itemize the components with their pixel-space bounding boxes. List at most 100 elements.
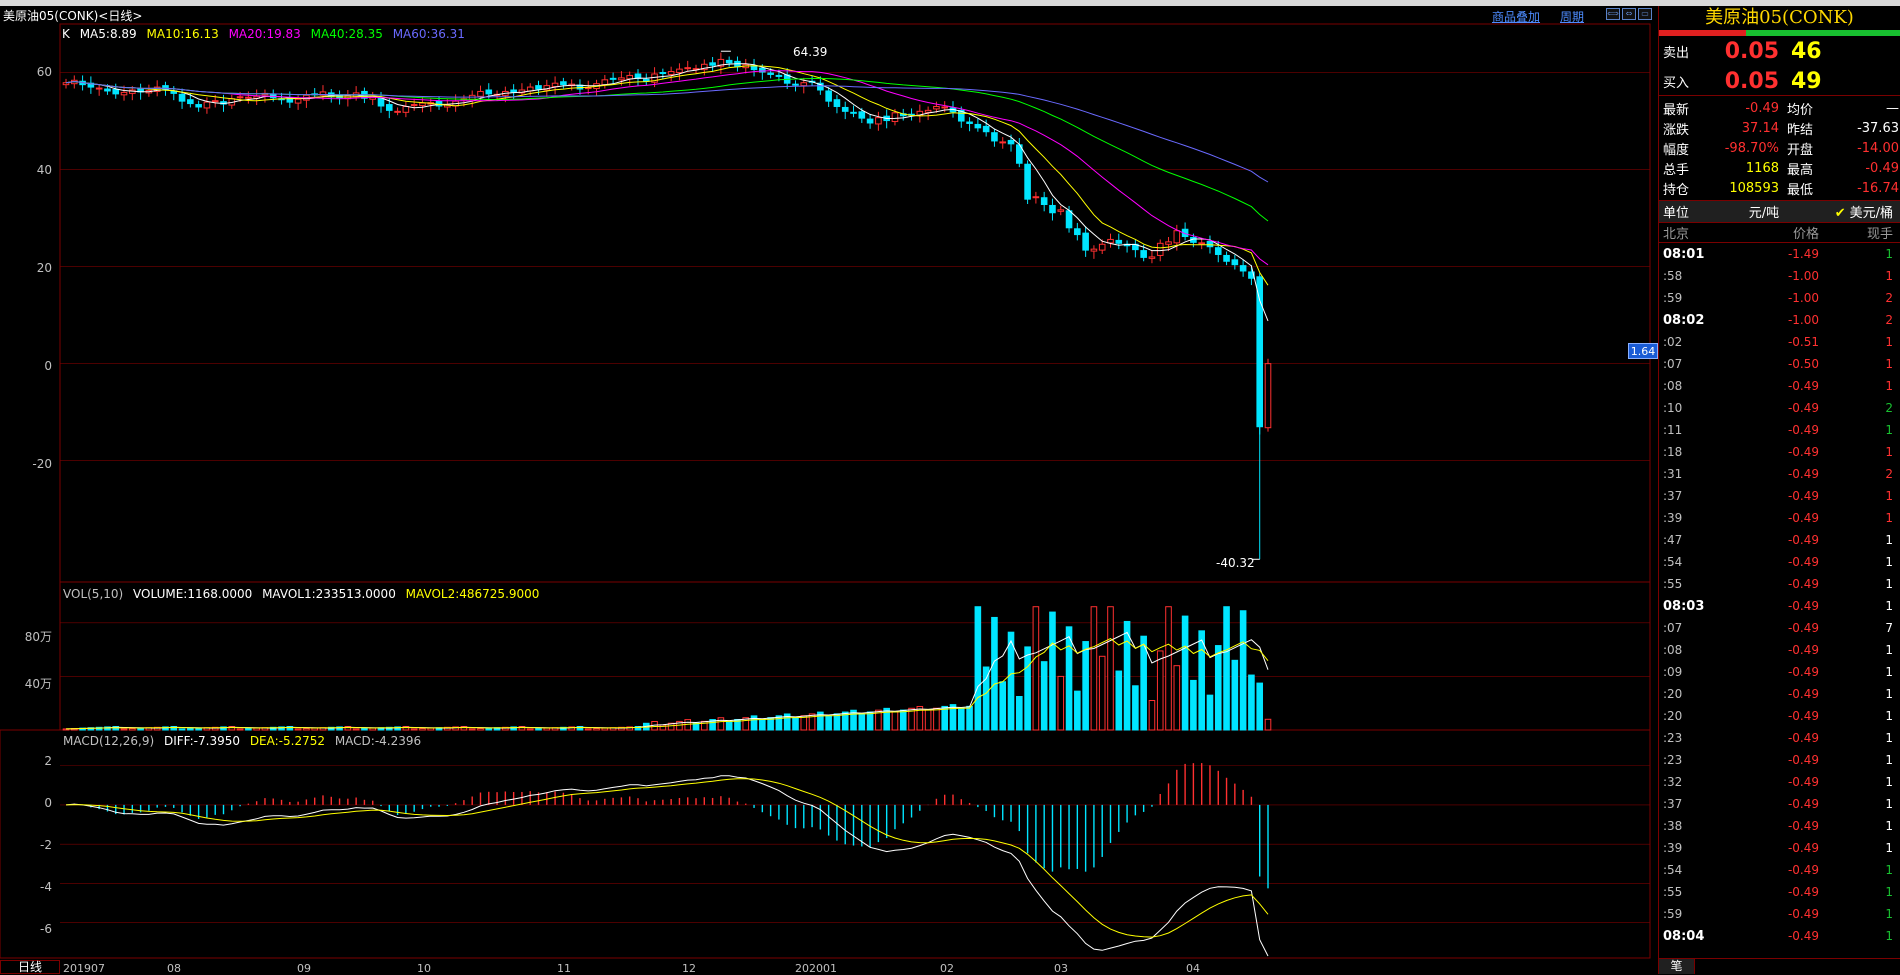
candle-body (1057, 209, 1065, 212)
vol-name: VOL(5,10) (63, 587, 124, 601)
volume-bar (1024, 646, 1031, 731)
crosshair-price-tag: 1.64 (1628, 343, 1658, 359)
quote-value: — (1886, 100, 1899, 116)
volume-bar (178, 728, 186, 731)
candle-body (966, 121, 973, 124)
candle-body (1115, 239, 1123, 244)
tick-time: :09 (1663, 665, 1683, 679)
candle-body (841, 106, 849, 112)
tick-volume: 1 (1885, 841, 1893, 855)
tick-row: :18 -0.49 1 (1659, 441, 1900, 463)
unit-label: 单位 (1663, 206, 1690, 221)
fullscreen-icon[interactable]: ▭ (1638, 8, 1652, 20)
tick-row: :09 -0.49 1 (1659, 661, 1900, 683)
candle-body (385, 104, 393, 111)
tick-volume: 1 (1885, 775, 1893, 789)
tick-price: -1.00 (1787, 313, 1819, 327)
x-tick-label: 02 (940, 962, 954, 975)
volume-bar (974, 606, 982, 731)
volume-bar (477, 728, 484, 731)
tick-volume: 1 (1885, 489, 1893, 503)
period-link[interactable]: 周期 (1560, 8, 1584, 25)
macd-tick-label: -6 (40, 922, 52, 936)
overlay-commodity-link[interactable]: 商品叠加 (1492, 8, 1540, 25)
tick-volume: 1 (1885, 269, 1893, 283)
candle-body (875, 117, 882, 125)
volume-bar (419, 728, 426, 731)
tick-row: :37 -0.49 1 (1659, 793, 1900, 815)
candle-body (866, 118, 874, 124)
volume-bar (1231, 659, 1239, 731)
volume-bar (933, 707, 940, 731)
tick-time: :37 (1663, 489, 1683, 503)
volume-bar (1057, 675, 1065, 731)
kline-chart-area[interactable]: 美原油05(CONK)<日线> 商品叠加 周期 ⟺ ⇔ ▭ K MA5:8.89… (0, 6, 1658, 975)
unit-option-usd[interactable]: ✔ 美元/桶 (1809, 202, 1899, 221)
quote-key: 最新 (1663, 102, 1690, 118)
tick-price: -0.49 (1787, 423, 1819, 437)
quote-row: 最新 -0.49 均价 — (1659, 98, 1900, 118)
quote-row: 总手 1168 最高 -0.49 (1659, 158, 1900, 178)
quote-row: 幅度 -98.70% 开盘 -14.00 (1659, 138, 1900, 158)
vol-volume: VOLUME:1168.0000 (133, 587, 253, 601)
bid-volume: 49 (1791, 68, 1822, 94)
zoom-out-icon[interactable]: ⟺ (1606, 8, 1620, 20)
volume-bar (1090, 606, 1098, 731)
volume-bar (1198, 630, 1205, 731)
tab-trades[interactable]: 笔 (1659, 959, 1695, 974)
kline-chart-svg[interactable] (0, 6, 1658, 974)
volume-bar (1256, 682, 1264, 731)
tick-row: :32 -0.49 1 (1659, 771, 1900, 793)
tick-price: -0.49 (1787, 467, 1819, 481)
volume-bar (1156, 650, 1164, 731)
volume-bar (1123, 620, 1131, 731)
quote-value: -98.70% (1724, 140, 1779, 156)
quote-stats: 最新 -0.49 均价 — 涨跌 37.14 昨结 -37.63 幅度 -98.70% 开盘 -14.… (1659, 96, 1900, 201)
candle-body (477, 90, 484, 97)
volume-bar (129, 728, 136, 731)
volume-bar (1140, 635, 1147, 731)
tick-time: :59 (1663, 291, 1683, 305)
candle-body (825, 90, 832, 102)
macd-legend: MACD(12,26,9) DIFF:-7.3950 DEA:-5.2752 M… (63, 734, 427, 748)
tick-price: -0.49 (1787, 819, 1819, 833)
ticks-list[interactable]: 08:01 -1.49 1:58 -1.00 1:59 -1.00 2 08:02 -1.00 2… (1659, 243, 1900, 947)
volume-bar (1016, 696, 1023, 731)
tick-time: :20 (1663, 709, 1683, 723)
volume-bar (1032, 606, 1040, 731)
candle-body (62, 82, 70, 86)
quote-value: -0.49 (1865, 160, 1899, 176)
tick-row: 08:01 -1.49 1 (1659, 243, 1900, 265)
candle-body (667, 71, 675, 75)
zoom-in-icon[interactable]: ⇔ (1622, 8, 1636, 20)
volume-bar (410, 728, 418, 731)
x-tick-label: 12 (682, 962, 696, 975)
chart-title: 美原油05(CONK)<日线> (3, 9, 143, 23)
volume-bar (1049, 611, 1056, 731)
volume-bar (526, 728, 534, 731)
tick-row: :10 -0.49 2 (1659, 397, 1900, 419)
volume-bar (1007, 631, 1015, 731)
tick-time: :20 (1663, 687, 1683, 701)
period-tab-daily[interactable]: 日线 (0, 960, 60, 974)
unit-option-yuan[interactable]: 元/吨 (1719, 202, 1809, 221)
ma60-line (65, 80, 1269, 183)
quote-row: 持仓 108593 最低 -16.74 (1659, 178, 1900, 198)
unit-selector[interactable]: 单位 元/吨 ✔ 美元/桶 (1659, 201, 1900, 223)
quote-key: 持仓 (1663, 182, 1690, 198)
tick-time: :10 (1663, 401, 1683, 415)
volume-bar (899, 709, 907, 731)
tick-time: :55 (1663, 885, 1683, 899)
x-tick-label: 202001 (795, 962, 837, 975)
quote-row: 涨跌 37.14 昨结 -37.63 (1659, 118, 1900, 138)
ticks-col-time: 北京 (1663, 227, 1690, 242)
tick-row: :54 -0.49 1 (1659, 551, 1900, 573)
candle-body (800, 82, 808, 87)
candle-body (95, 87, 103, 90)
candle-body (1156, 242, 1164, 256)
volume-bar (858, 713, 866, 731)
tick-time: :08 (1663, 643, 1683, 657)
candle-body (924, 109, 932, 113)
candle-body (435, 100, 443, 107)
tick-time: :18 (1663, 445, 1683, 459)
